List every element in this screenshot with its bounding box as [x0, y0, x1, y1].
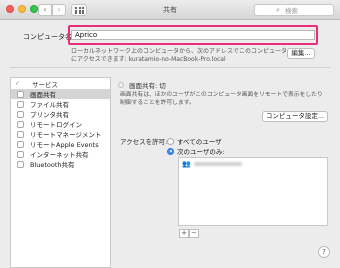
divider [10, 67, 330, 68]
computer-name-input[interactable]: Aprico [71, 30, 315, 40]
edit-button[interactable]: 編集... [287, 48, 315, 59]
user-list-item[interactable]: 👥 [179, 158, 327, 169]
service-item-label: リモートマネージメント [30, 131, 102, 139]
computer-name-label: コンピュータ名: [23, 33, 75, 41]
blurred-username [193, 161, 242, 166]
service-list-header: ✓ サービス [11, 78, 110, 89]
service-item[interactable]: リモートログイン [11, 119, 110, 129]
group-icon: 👥 [182, 159, 191, 168]
checkbox[interactable] [17, 110, 24, 118]
checkbox[interactable] [17, 150, 24, 158]
screen-sharing-status: 画面共有: 切 [118, 80, 166, 90]
radio-icon[interactable] [167, 137, 174, 145]
checkbox[interactable] [17, 160, 24, 168]
title-bar: ‹ › 共有 ⌕ 検索 [0, 0, 340, 20]
radio-selected-icon[interactable] [167, 147, 174, 155]
checkbox[interactable] [17, 100, 24, 108]
service-item-label: リモートログイン [30, 121, 82, 129]
service-list: ✓ サービス 画面共有ファイル共有 プリンタ共有リモートログインリモートマネージメ… [10, 77, 111, 268]
service-item[interactable]: リモートマネージメント [11, 129, 110, 139]
user-list: 👥 [178, 157, 328, 226]
computer-name-description: ローカルネットワーク上のコンピュータから、次のアドレスでこのコンピュータにアクセ… [71, 48, 288, 63]
service-item-label: Bluetooth共有 [30, 161, 75, 169]
help-button[interactable]: ? [318, 246, 330, 258]
checkmark-icon: ✓ [15, 80, 21, 87]
radio-only-these-users[interactable]: 次のユーザのみ: [167, 146, 225, 156]
service-item-label: 画面共有 [30, 91, 56, 99]
service-item[interactable]: リモートApple Events [11, 139, 110, 149]
computer-settings-button[interactable]: コンピュータ設定... [262, 111, 328, 122]
remove-user-button[interactable]: − [189, 229, 199, 238]
checkbox[interactable] [17, 120, 24, 128]
search-field[interactable]: ⌕ 検索 [254, 4, 334, 16]
service-item[interactable]: Bluetooth共有 [11, 159, 110, 169]
search-placeholder: 検索 [285, 7, 298, 15]
service-item-label: プリンタ共有 [30, 111, 69, 119]
service-header-label: サービス [32, 80, 59, 89]
service-item[interactable]: プリンタ共有 [11, 109, 110, 119]
radio-all-users-label: すべてのユーザ [177, 138, 222, 146]
screen-sharing-description: 画面共有は、ほかのユーザがこのコンピュータ画面をリモートで表示をしたり制御するこ… [120, 92, 323, 106]
radio-all-users[interactable]: すべてのユーザ [167, 136, 222, 146]
radio-only-these-label: 次のユーザのみ: [177, 148, 225, 156]
add-user-button[interactable]: + [179, 229, 189, 238]
checkbox[interactable] [17, 90, 24, 98]
service-item-label: インターネット共有 [30, 151, 89, 159]
status-indicator-icon [118, 82, 124, 88]
service-item-label: ファイル共有 [30, 101, 69, 109]
service-item[interactable]: ファイル共有 [11, 99, 110, 109]
checkbox[interactable] [17, 130, 24, 138]
status-text: 画面共有: 切 [129, 82, 166, 90]
checkbox[interactable] [17, 140, 24, 148]
search-icon: ⌕ [276, 6, 280, 14]
service-item[interactable]: 画面共有 [11, 89, 110, 99]
service-item[interactable]: インターネット共有 [11, 149, 110, 159]
access-label: アクセスを許可: [120, 138, 168, 146]
service-item-label: リモートApple Events [30, 141, 99, 149]
